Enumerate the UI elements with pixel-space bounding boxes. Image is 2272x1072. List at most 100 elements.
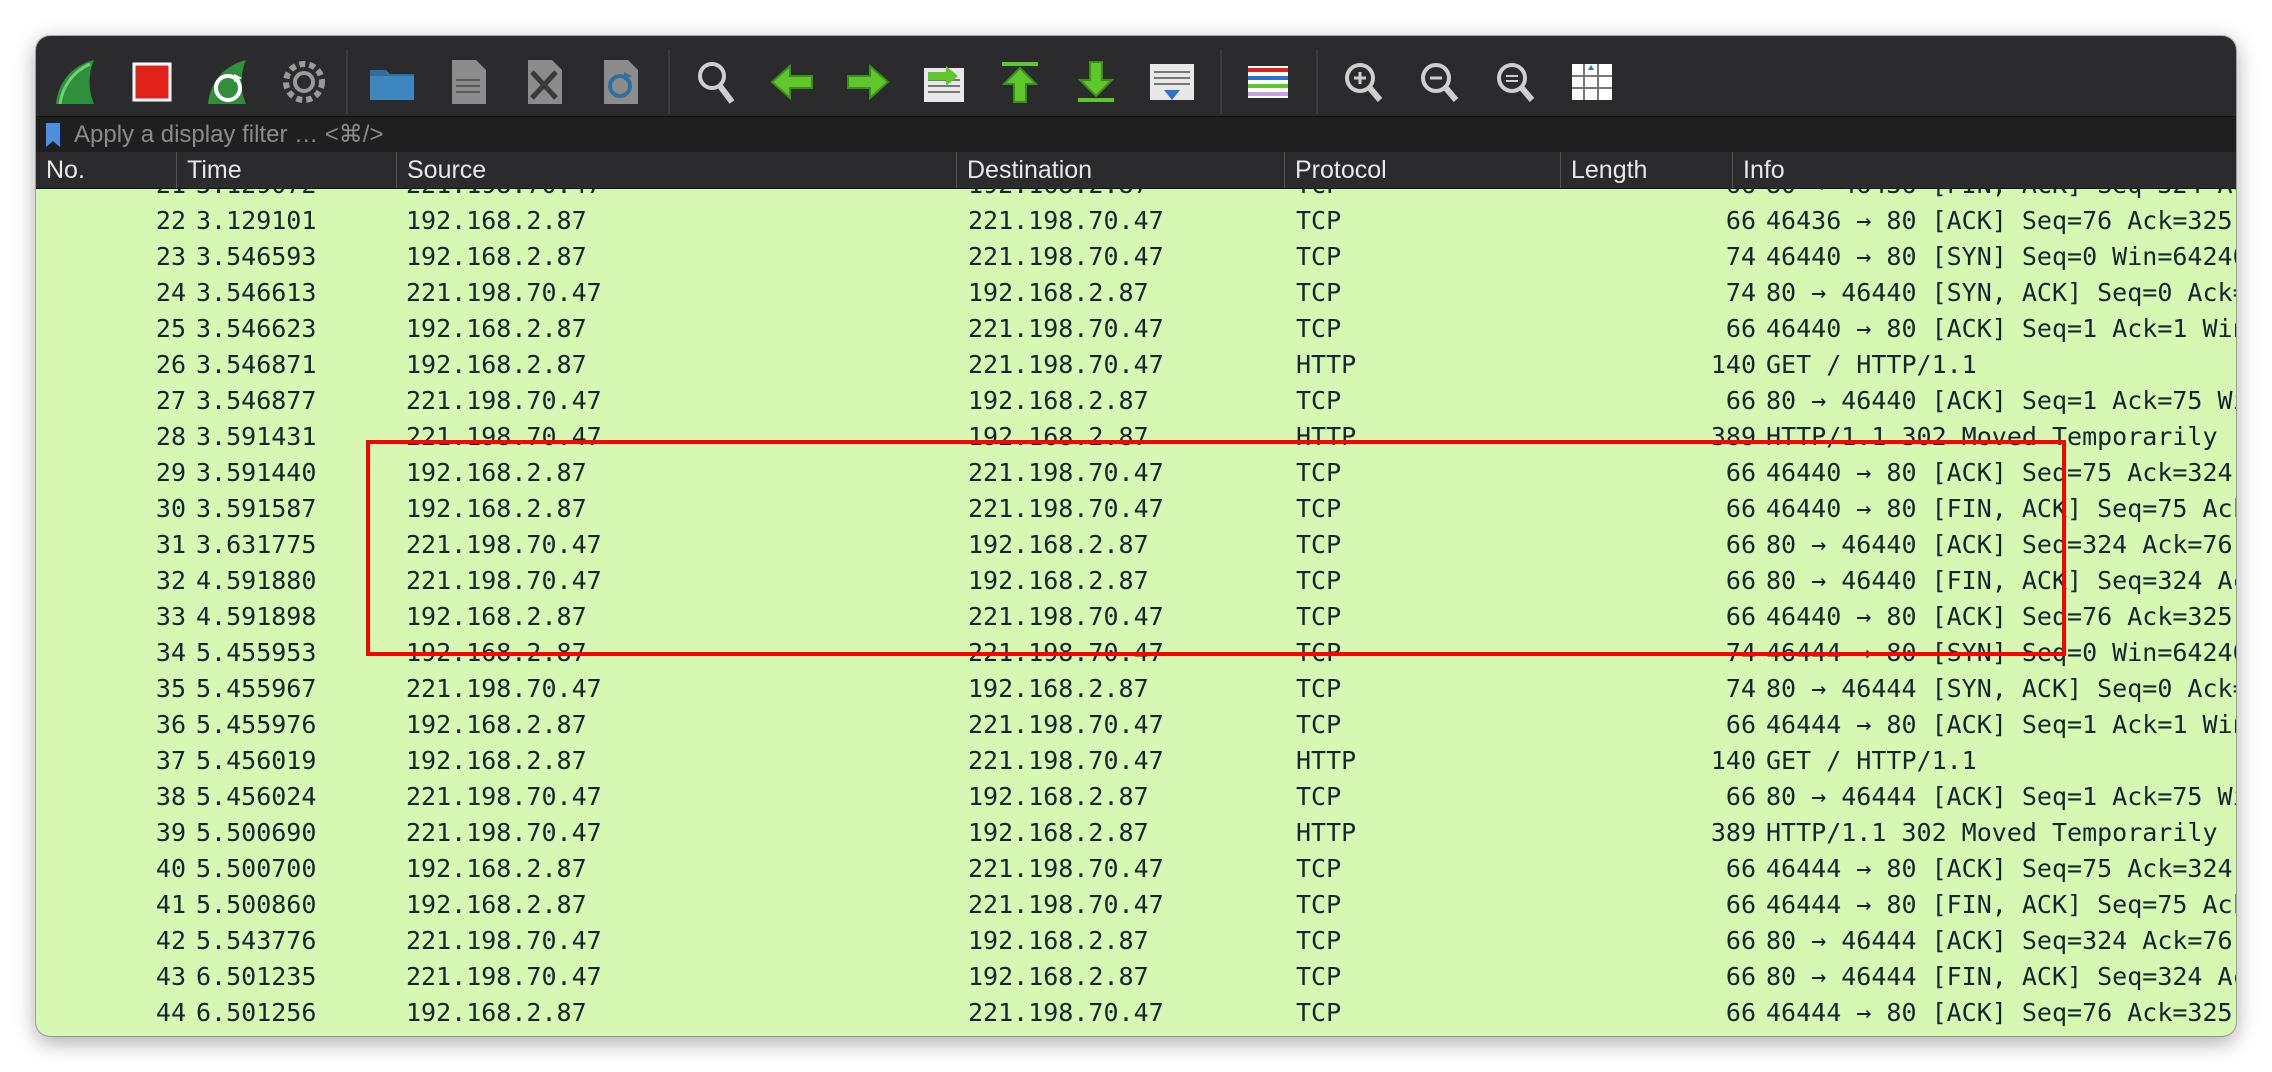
display-filter-input[interactable]	[74, 119, 2224, 151]
open-file-icon[interactable]	[360, 50, 424, 114]
packet-source: 221.198.70.47	[406, 386, 602, 415]
go-first-icon[interactable]	[988, 50, 1052, 114]
normal-size-icon[interactable]	[1484, 50, 1548, 114]
packet-length: 66	[1725, 782, 1756, 811]
go-last-icon[interactable]	[1064, 50, 1128, 114]
packet-time: 3.546877	[196, 386, 317, 415]
packet-info: 46444 → 80 [ACK] Seq=76 Ack=325	[1766, 998, 2233, 1027]
packet-source: 192.168.2.87	[406, 710, 587, 739]
packet-destination: 221.198.70.47	[968, 314, 1164, 343]
packet-row[interactable]: 29 3.591440 192.168.2.87 221.198.70.47 TCP 66…	[36, 455, 2236, 491]
restart-capture-icon[interactable]	[196, 50, 260, 114]
packet-row[interactable]: 31 3.631775 221.198.70.47 192.168.2.87 TCP 66…	[36, 527, 2236, 563]
column-destination[interactable]: Destination	[956, 152, 1284, 188]
column-protocol[interactable]: Protocol	[1284, 152, 1560, 188]
packet-no: 32	[155, 566, 186, 595]
packet-row[interactable]: 38 5.456024 221.198.70.47 192.168.2.87 TCP 66…	[36, 779, 2236, 815]
save-file-icon[interactable]	[436, 50, 500, 114]
packet-info: 46440 → 80 [SYN] Seq=0 Win=64240	[1766, 242, 2236, 271]
packet-row[interactable]: 28 3.591431 221.198.70.47 192.168.2.87 HTTP 3…	[36, 419, 2236, 455]
packet-protocol: TCP	[1296, 962, 1342, 991]
packet-row[interactable]: 39 5.500690 221.198.70.47 192.168.2.87 HTTP 3…	[36, 815, 2236, 851]
packet-info: HTTP/1.1 302 Moved Temporarily	[1766, 422, 2218, 451]
column-info[interactable]: Info	[1732, 152, 2236, 188]
go-to-packet-icon[interactable]	[912, 50, 976, 114]
packet-length: 66	[1725, 962, 1756, 991]
stop-icon[interactable]	[120, 50, 184, 114]
zoom-in-icon[interactable]	[1332, 50, 1396, 114]
shark-fin-icon[interactable]	[44, 50, 108, 114]
packet-protocol: TCP	[1296, 710, 1342, 739]
packet-row[interactable]: 43 6.501235 221.198.70.47 192.168.2.87 TCP 66…	[36, 959, 2236, 995]
packet-row[interactable]: 30 3.591587 192.168.2.87 221.198.70.47 TCP 66…	[36, 491, 2236, 527]
packet-row[interactable]: 44 6.501256 192.168.2.87 221.198.70.47 TCP 66…	[36, 995, 2236, 1031]
packet-protocol: TCP	[1296, 530, 1342, 559]
packet-row[interactable]: 33 4.591898 192.168.2.87 221.198.70.47 TCP 66…	[36, 599, 2236, 635]
packet-length: 66	[1725, 998, 1756, 1027]
autoscroll-icon[interactable]	[1140, 50, 1204, 114]
packet-row[interactable]: 40 5.500700 192.168.2.87 221.198.70.47 TCP 66…	[36, 851, 2236, 887]
column-length[interactable]: Length	[1560, 152, 1732, 188]
packet-destination: 192.168.2.87	[968, 962, 1149, 991]
packet-list[interactable]: 21 3.129072 221.198.70.47 192.168.2.87 TCP 66…	[36, 188, 2236, 1036]
packet-row[interactable]: 35 5.455967 221.198.70.47 192.168.2.87 TCP 74…	[36, 671, 2236, 707]
packet-destination: 221.198.70.47	[968, 242, 1164, 271]
packet-destination: 221.198.70.47	[968, 602, 1164, 631]
packet-time: 4.591898	[196, 602, 317, 631]
packet-destination: 221.198.70.47	[968, 710, 1164, 739]
packet-row[interactable]: 42 5.543776 221.198.70.47 192.168.2.87 TCP 66…	[36, 923, 2236, 959]
packet-list-header: No. Time Source Destination Protocol Len…	[36, 152, 2236, 189]
capture-options-icon[interactable]	[272, 50, 336, 114]
packet-source: 192.168.2.87	[406, 494, 587, 523]
packet-time: 4.591880	[196, 566, 317, 595]
column-source[interactable]: Source	[396, 152, 956, 188]
packet-no: 38	[155, 782, 186, 811]
packet-row[interactable]: 22 3.129101 192.168.2.87 221.198.70.47 TCP 66…	[36, 203, 2236, 239]
packet-row[interactable]: 27 3.546877 221.198.70.47 192.168.2.87 TCP 66…	[36, 383, 2236, 419]
go-back-icon[interactable]	[760, 50, 824, 114]
packet-row[interactable]: 26 3.546871 192.168.2.87 221.198.70.47 HTTP 1…	[36, 347, 2236, 383]
packet-destination: 192.168.2.87	[968, 782, 1149, 811]
packet-protocol: TCP	[1296, 242, 1342, 271]
column-no[interactable]: No.	[36, 152, 176, 188]
packet-time: 6.501256	[196, 998, 317, 1027]
packet-row[interactable]: 21 3.129072 221.198.70.47 192.168.2.87 TCP 66…	[36, 188, 2236, 203]
packet-source: 192.168.2.87	[406, 602, 587, 631]
packet-protocol: TCP	[1296, 278, 1342, 307]
packet-source: 221.198.70.47	[406, 962, 602, 991]
packet-row[interactable]: 23 3.546593 192.168.2.87 221.198.70.47 TCP 74…	[36, 239, 2236, 275]
packet-row[interactable]: 36 5.455976 192.168.2.87 221.198.70.47 TCP 66…	[36, 707, 2236, 743]
packet-destination: 221.198.70.47	[968, 638, 1164, 667]
column-time[interactable]: Time	[176, 152, 396, 188]
packet-source: 221.198.70.47	[406, 674, 602, 703]
go-forward-icon[interactable]	[836, 50, 900, 114]
packet-length: 74	[1725, 242, 1756, 271]
packet-no: 30	[155, 494, 186, 523]
packet-no: 26	[155, 350, 186, 379]
packet-row[interactable]: 25 3.546623 192.168.2.87 221.198.70.47 TCP 66…	[36, 311, 2236, 347]
bookmark-icon[interactable]	[44, 121, 62, 149]
packet-protocol: TCP	[1296, 494, 1342, 523]
packet-time: 3.591431	[196, 422, 317, 451]
find-packet-icon[interactable]	[684, 50, 748, 114]
packet-length: 66	[1725, 566, 1756, 595]
packet-row[interactable]: 32 4.591880 221.198.70.47 192.168.2.87 TCP 66…	[36, 563, 2236, 599]
reload-icon[interactable]	[588, 50, 652, 114]
packet-destination: 221.198.70.47	[968, 998, 1164, 1027]
packet-row[interactable]: 34 5.455953 192.168.2.87 221.198.70.47 TCP 74…	[36, 635, 2236, 671]
packet-length: 66	[1725, 602, 1756, 631]
packet-destination: 192.168.2.87	[968, 818, 1149, 847]
display-filter-bar	[36, 116, 2236, 153]
resize-columns-icon[interactable]	[1560, 50, 1624, 114]
packet-length: 66	[1725, 458, 1756, 487]
close-file-icon[interactable]	[512, 50, 576, 114]
packet-source: 221.198.70.47	[406, 278, 602, 307]
zoom-out-icon[interactable]	[1408, 50, 1472, 114]
packet-row[interactable]: 37 5.456019 192.168.2.87 221.198.70.47 HTTP 1…	[36, 743, 2236, 779]
packet-time: 5.455953	[196, 638, 317, 667]
colorize-icon[interactable]	[1236, 50, 1300, 114]
packet-row[interactable]: 24 3.546613 221.198.70.47 192.168.2.87 TCP 74…	[36, 275, 2236, 311]
packet-destination: 221.198.70.47	[968, 890, 1164, 919]
packet-length: 66	[1725, 926, 1756, 955]
packet-row[interactable]: 41 5.500860 192.168.2.87 221.198.70.47 TCP 66…	[36, 887, 2236, 923]
